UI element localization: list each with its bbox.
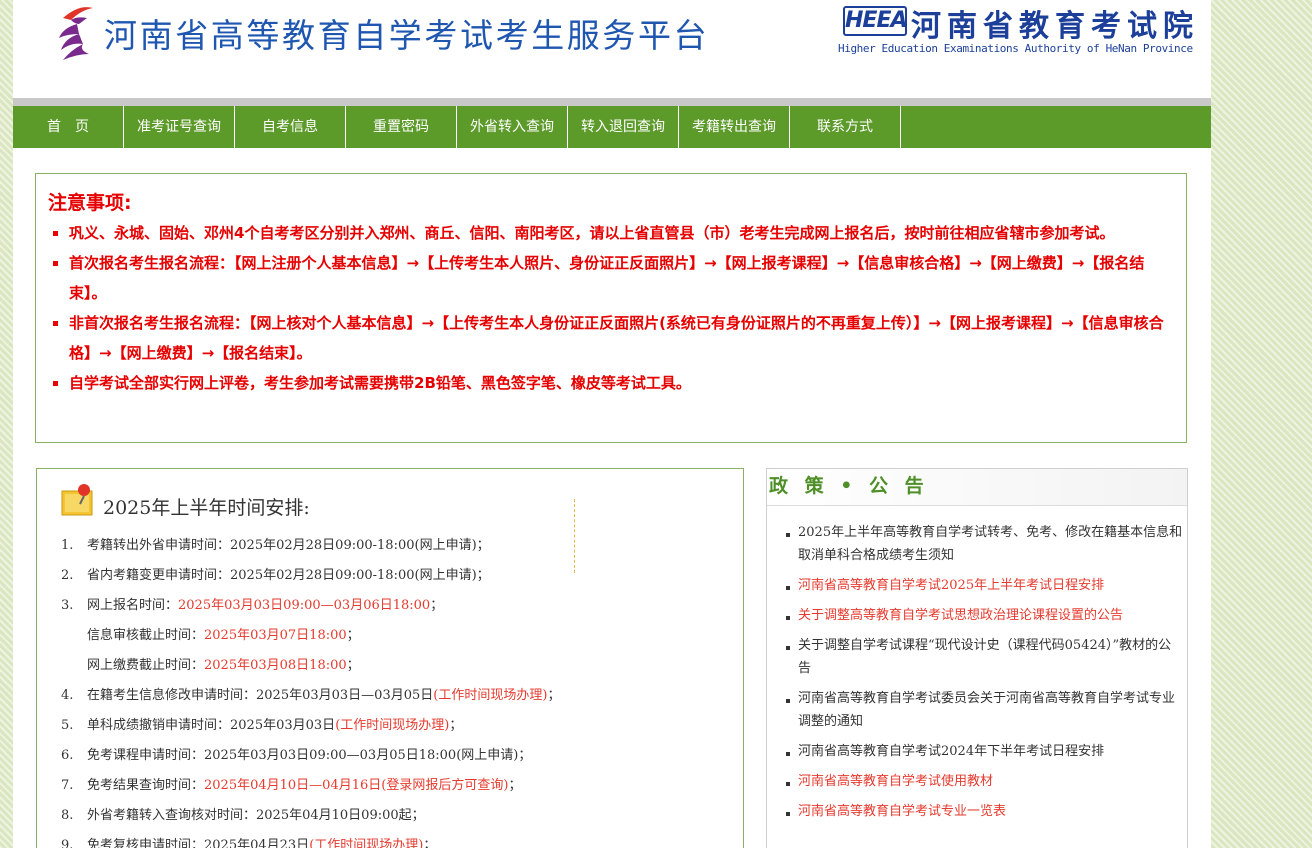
site-title: 河南省高等教育自学考试考生服务平台 [104, 16, 710, 55]
exam-logo-icon [59, 7, 93, 60]
schedule-item: 5. 单科成绩撤销申请时间：2025年03月03日(工作时间现场办理)； [61, 718, 463, 733]
policy-link[interactable]: 河南省高等教育自学考试2025年上半年考试日程安排 [767, 571, 1187, 601]
nav-transfer-in-query[interactable]: 外省转入查询 [457, 106, 568, 148]
nav-transfer-return-query[interactable]: 转入退回查询 [568, 106, 679, 148]
notice-list: 巩义、永城、固始、邓州4个自考考区分别并入郑州、商丘、信阳、南阳考区，请以上省直… [48, 218, 1174, 398]
schedule-item: 7. 免考结果查询时间：2025年04月10日—04月16日(登录网报后方可查询)… [61, 778, 522, 793]
policy-link[interactable]: 河南省高等教育自学考试专业一览表 [767, 797, 1187, 827]
schedule-item: 4. 在籍考生信息修改申请时间：2025年03月03日—03月05日(工作时间现场… [61, 688, 561, 703]
policy-header: 政 策 • 公 告 [767, 469, 1187, 506]
schedule-list: 1. 考籍转出外省申请时间：2025年02月28日09:00-18:00(网上申请… [61, 531, 731, 848]
brand-english: Higher Education Examinations Authority … [838, 42, 1193, 55]
schedule-subitem: 信息审核截止时间：2025年03月07日18:00； [87, 628, 360, 643]
policy-link[interactable]: 河南省高等教育自学考试委员会关于河南省高等教育自学考试专业调整的通知 [767, 684, 1187, 737]
schedule-item: 9. 免考复核申请时间：2025年04月23日(工作时间现场办理)； [61, 838, 437, 848]
notice-item: 自学考试全部实行网上评卷，考生参加考试需要携带2B铅笔、黑色签字笔、橡皮等考试工… [48, 368, 1174, 398]
nav-home[interactable]: 首 页 [13, 106, 124, 148]
policy-link[interactable]: 关于调整高等教育自学考试思想政治理论课程设置的公告 [767, 601, 1187, 631]
policy-list: 2025年上半年高等教育自学考试转考、免考、修改在籍基本信息和取消单科合格成绩考… [767, 506, 1187, 827]
nav-transfer-out-query[interactable]: 考籍转出查询 [679, 106, 790, 148]
policy-panel: 政 策 • 公 告 2025年上半年高等教育自学考试转考、免考、修改在籍基本信息… [766, 468, 1188, 848]
schedule-item: 2. 省内考籍变更申请时间：2025年02月28日09:00-18:00(网上申请… [61, 568, 490, 583]
notice-title: 注意事项: [48, 192, 132, 214]
header: 河南省高等教育自学考试考生服务平台 HEEA 河南省教育考试院 Higher E… [13, 0, 1211, 98]
schedule-item: 1. 考籍转出外省申请时间：2025年02月28日09:00-18:00(网上申请… [61, 538, 490, 553]
nav-admission-ticket-query[interactable]: 准考证号查询 [124, 106, 235, 148]
policy-link[interactable]: 河南省高等教育自学考试使用教材 [767, 767, 1187, 797]
schedule-panel: 2025年上半年时间安排: 1. 考籍转出外省申请时间：2025年02月28日09… [36, 468, 744, 848]
notice-item: 非首次报名考生报名流程：【网上核对个人基本信息】→【上传考生本人身份证正反面照片… [48, 308, 1174, 368]
policy-link[interactable]: 河南省高等教育自学考试2024年下半年考试日程安排 [767, 737, 1187, 767]
brand-name: 河南省教育考试院 [911, 9, 1199, 44]
schedule-subitem: 网上缴费截止时间：2025年03月08日18:00； [87, 658, 360, 673]
schedule-item: 6. 免考课程申请时间：2025年03月03日09:00—03月05日18:00(… [61, 748, 532, 763]
notice-item: 巩义、永城、固始、邓州4个自考考区分别并入郑州、商丘、信阳、南阳考区，请以上省直… [48, 218, 1174, 248]
notice-item: 首次报名考生报名流程：【网上注册个人基本信息】→【上传考生本人照片、身份证正反面… [48, 248, 1174, 308]
pushpin-note-icon [61, 484, 93, 516]
nav-self-exam-info[interactable]: 自考信息 [235, 106, 346, 148]
heea-logo: HEEA [843, 6, 908, 36]
schedule-item: 3. 网上报名时间：2025年03月03日09:00—03月06日18:00； [61, 598, 444, 613]
main-nav: 首 页 准考证号查询 自考信息 重置密码 外省转入查询 转入退回查询 考籍转出查… [13, 106, 1211, 148]
schedule-title: 2025年上半年时间安排: [103, 497, 310, 519]
notice-box: 注意事项: 巩义、永城、固始、邓州4个自考考区分别并入郑州、商丘、信阳、南阳考区… [35, 173, 1187, 443]
policy-title: 政 策 • 公 告 [769, 475, 929, 497]
policy-link[interactable]: 关于调整自学考试课程“现代设计史（课程代码05424）”教材的公告 [767, 631, 1187, 684]
policy-link[interactable]: 2025年上半年高等教育自学考试转考、免考、修改在籍基本信息和取消单科合格成绩考… [767, 518, 1187, 571]
schedule-item: 8. 外省考籍转入查询核对时间：2025年04月10日09:00起； [61, 808, 425, 823]
nav-top-strip [13, 98, 1211, 106]
exam-authority-brand[interactable]: HEEA 河南省教育考试院 Higher Education Examinati… [838, 4, 1198, 60]
page: 河南省高等教育自学考试考生服务平台 HEEA 河南省教育考试院 Higher E… [13, 0, 1211, 848]
nav-contact[interactable]: 联系方式 [790, 106, 901, 148]
nav-reset-password[interactable]: 重置密码 [346, 106, 457, 148]
